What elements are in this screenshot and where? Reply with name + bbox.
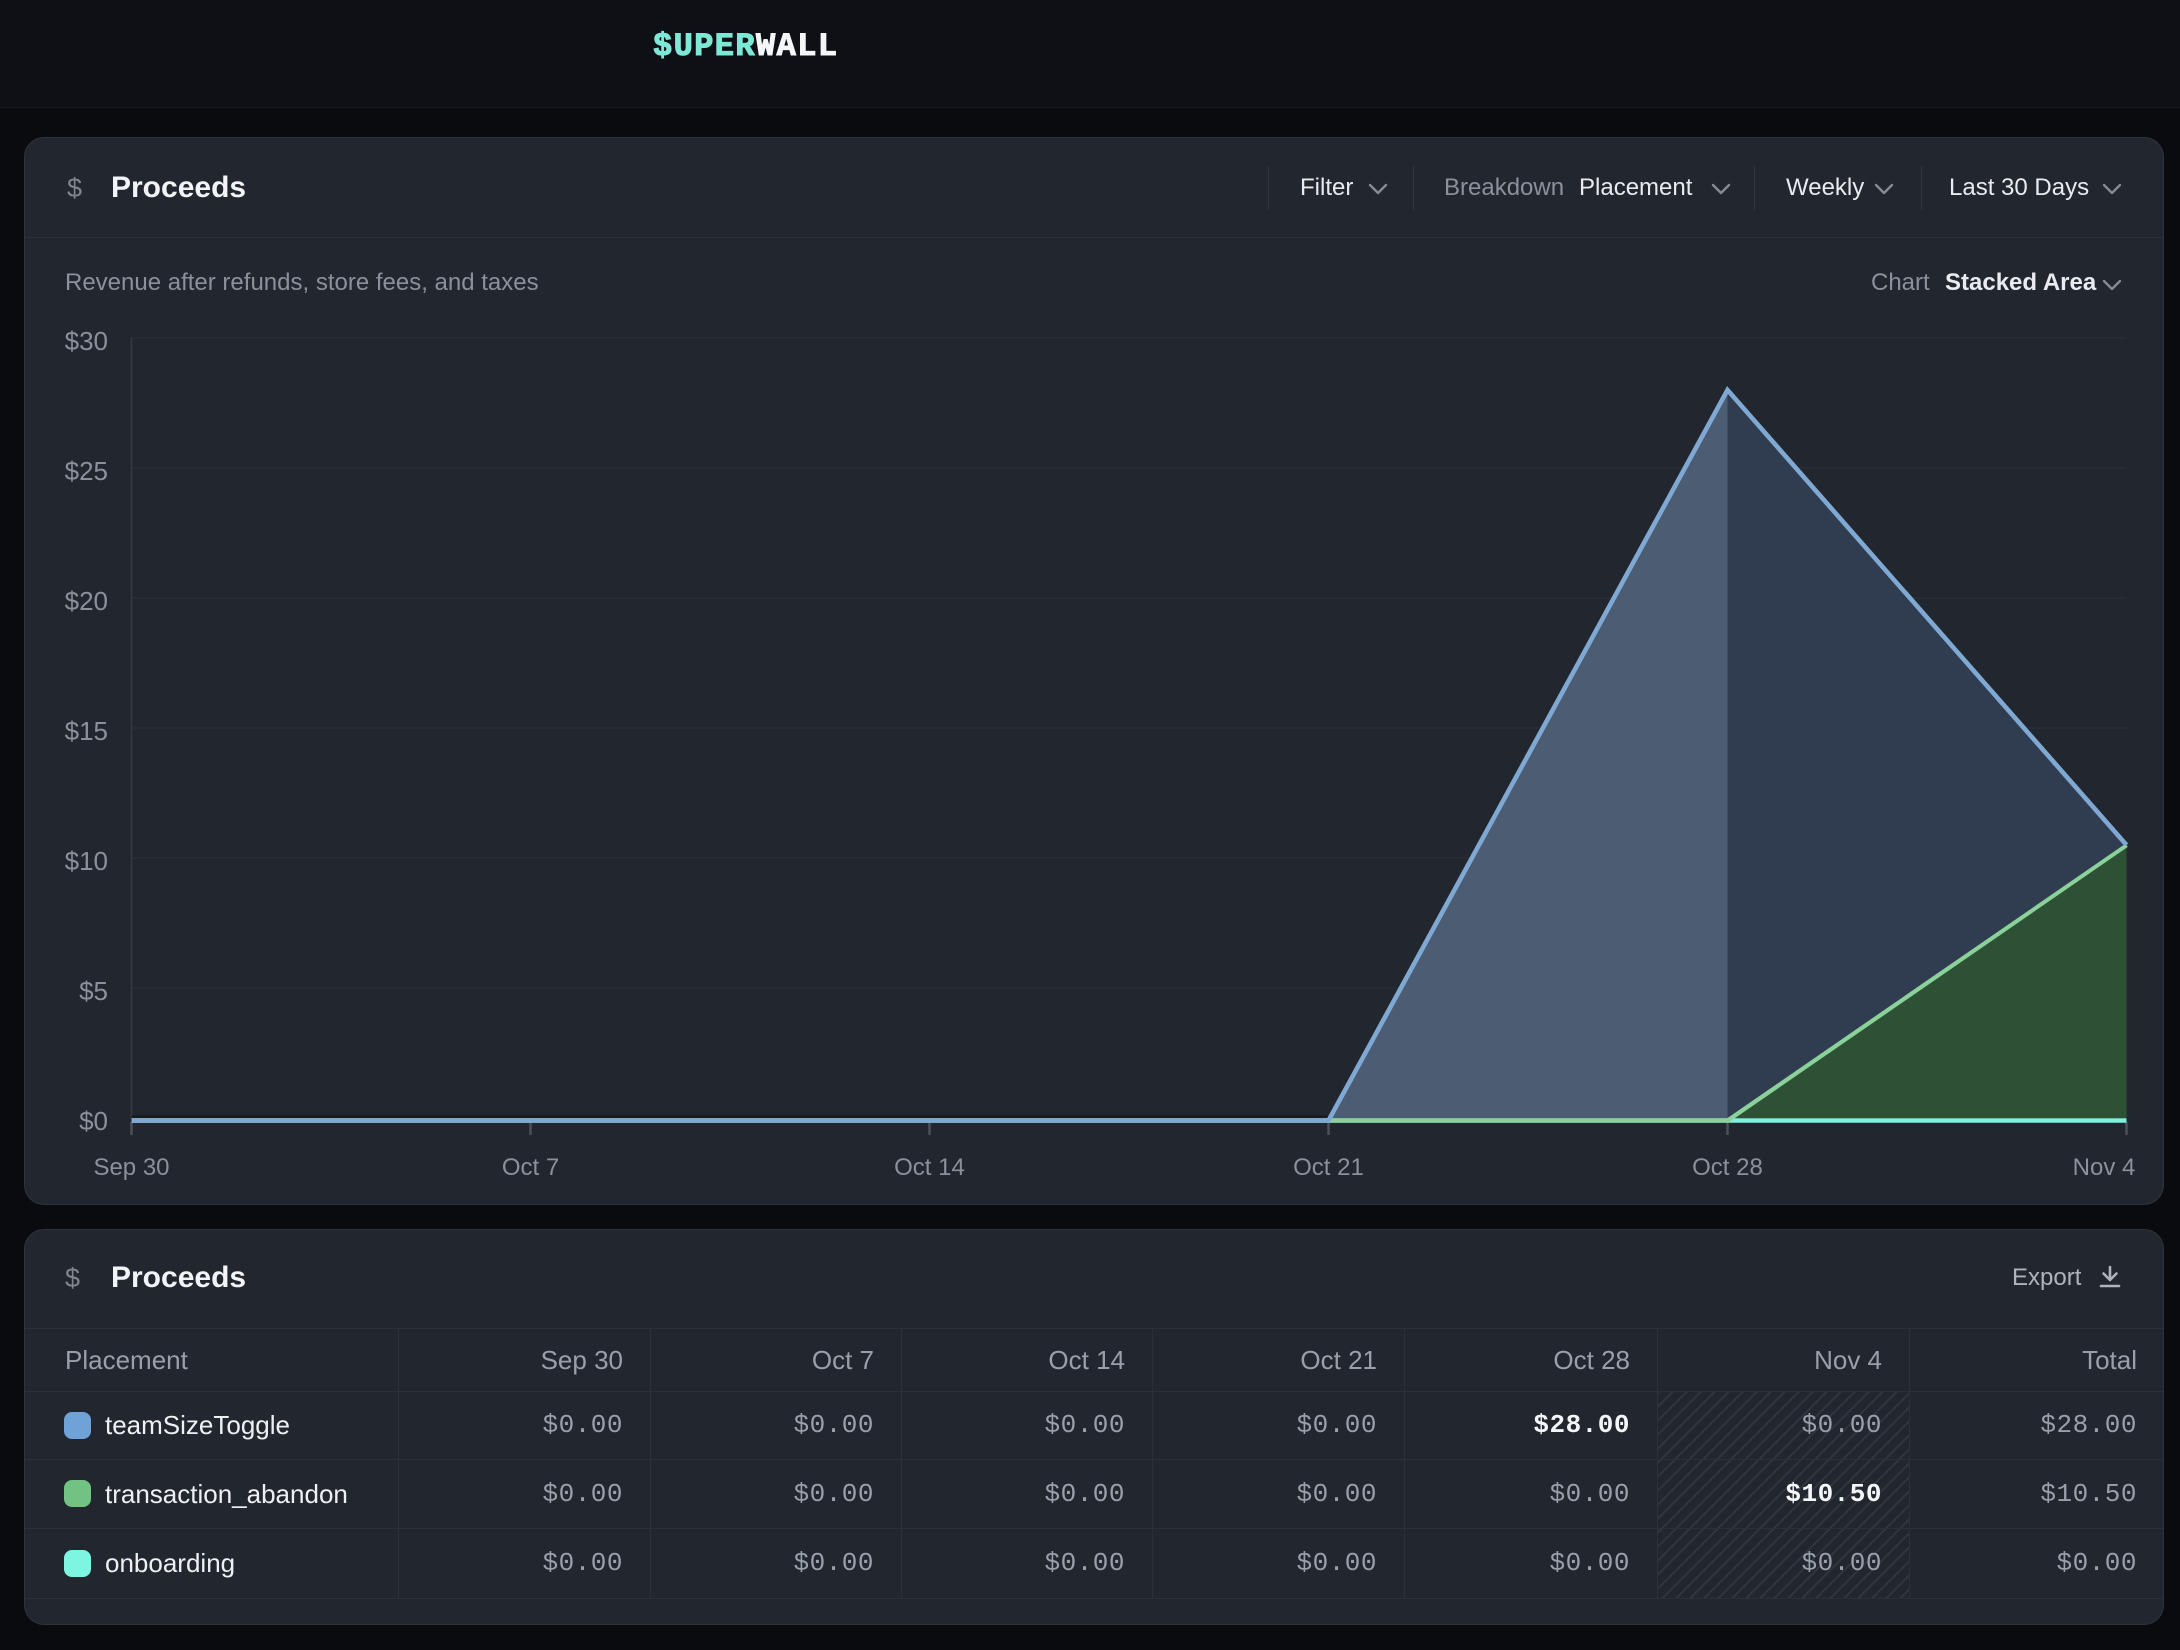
svg-text:Sep 30: Sep 30 [93, 1154, 169, 1181]
svg-text:Oct 7: Oct 7 [502, 1154, 559, 1181]
svg-text:$25: $25 [65, 456, 108, 486]
svg-text:Oct 14: Oct 14 [894, 1154, 965, 1181]
svg-text:Oct 28: Oct 28 [1692, 1154, 1763, 1181]
svg-text:$30: $30 [65, 326, 108, 356]
svg-text:$0: $0 [79, 1106, 108, 1136]
svg-text:Nov 4: Nov 4 [2073, 1154, 2136, 1181]
svg-text:$5: $5 [79, 976, 108, 1006]
svg-text:$15: $15 [65, 716, 108, 746]
svg-text:Oct 21: Oct 21 [1293, 1154, 1364, 1181]
svg-text:$10: $10 [65, 846, 108, 876]
svg-text:$20: $20 [65, 586, 108, 616]
